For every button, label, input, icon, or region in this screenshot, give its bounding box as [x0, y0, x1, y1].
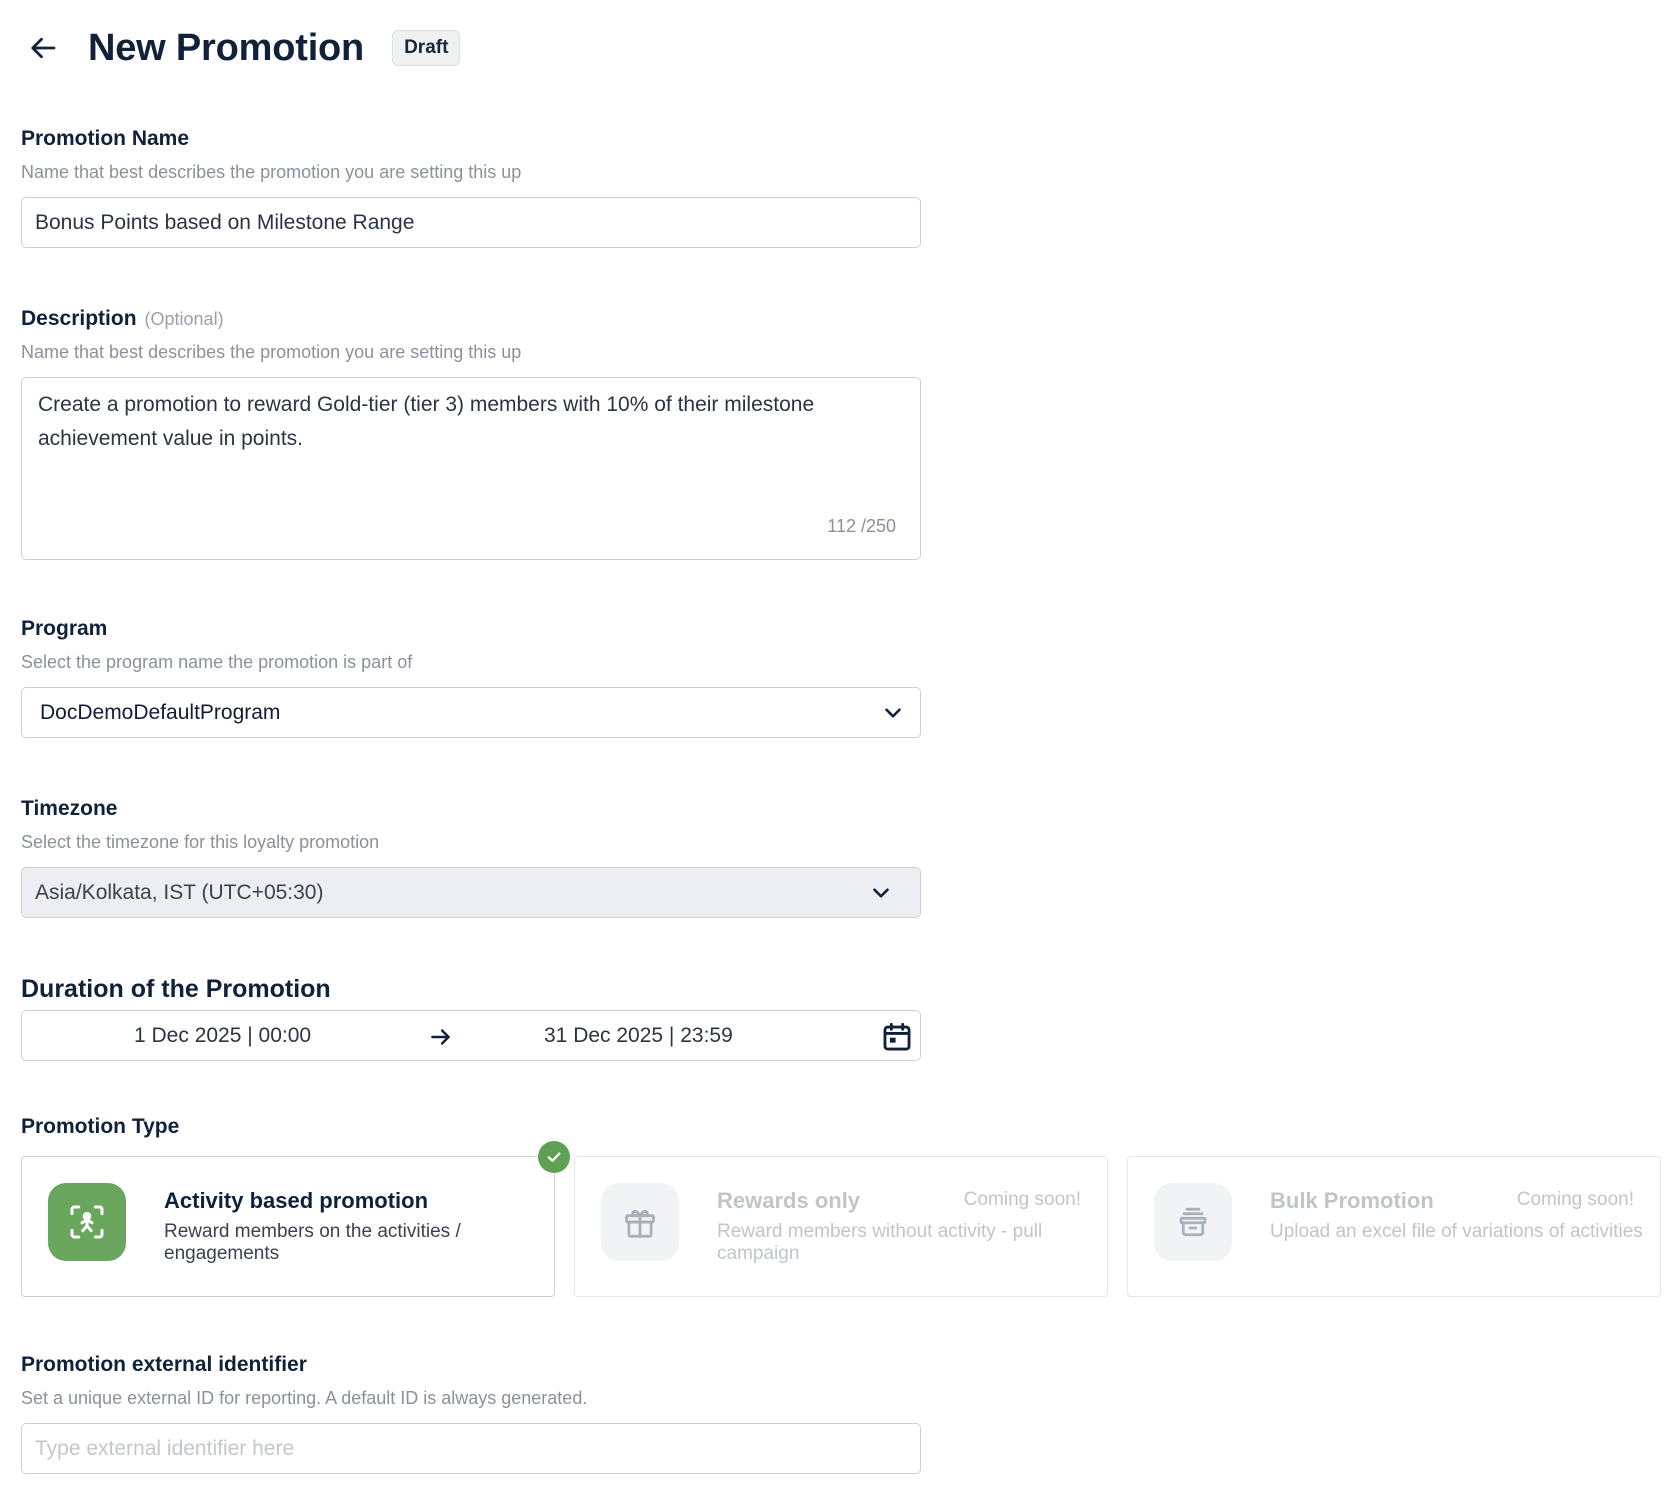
duration-label: Duration of the Promotion: [21, 975, 331, 1003]
promotion-name-help: Name that best describes the promotion y…: [21, 162, 522, 182]
program-selected-value: DocDemoDefaultProgram: [40, 700, 281, 724]
timezone-selected-value: Asia/Kolkata, IST (UTC+05:30): [35, 880, 324, 904]
external-id-help: Set a unique external ID for reporting. …: [21, 1388, 588, 1408]
bulk-tile: [1154, 1183, 1232, 1261]
arrow-right-icon: [431, 1029, 450, 1045]
page-title: New Promotion: [88, 26, 365, 69]
promotion-type-rewards-only: Rewards only Reward members without acti…: [574, 1156, 1108, 1297]
optional-tag: (Optional): [144, 309, 224, 329]
rewards-tile: [601, 1183, 679, 1261]
promotion-type-options: Activity based promotion Reward members …: [21, 1141, 1661, 1297]
timezone-select[interactable]: Asia/Kolkata, IST (UTC+05:30): [21, 867, 921, 918]
character-counter: 112 /250: [827, 516, 896, 536]
coming-soon-badge: Coming soon!: [1516, 1189, 1634, 1210]
promotion-name-field: Promotion Name Name that best describes …: [21, 126, 921, 248]
gift-icon: [625, 1209, 655, 1238]
type-title: Activity based promotion: [164, 1188, 429, 1213]
description-label-text: Description: [21, 307, 137, 330]
type-description: Upload an excel file of variations of ac…: [1270, 1221, 1643, 1242]
promotion-name-input[interactable]: Bonus Points based on Milestone Range: [21, 197, 921, 248]
program-select[interactable]: DocDemoDefaultProgram: [21, 687, 921, 738]
description-field: Description (Optional) Name that best des…: [21, 306, 921, 560]
chevron-down-icon: [885, 708, 901, 718]
type-description: Reward members without activity - pull c…: [717, 1221, 1043, 1264]
end-date[interactable]: 31 Dec 2025 | 23:59: [544, 1024, 733, 1048]
back-button[interactable]: [22, 26, 66, 70]
promotion-type-field: Promotion Type: [21, 1114, 921, 1140]
page-header: New Promotion Draft: [22, 20, 461, 76]
description-help: Name that best describes the promotion y…: [21, 342, 522, 362]
arrow-left-icon: [31, 37, 56, 59]
promotion-type-bulk: Bulk Promotion Upload an excel file of v…: [1127, 1156, 1661, 1297]
program-field: Program Select the program name the prom…: [21, 616, 921, 738]
timezone-label: Timezone: [21, 797, 118, 820]
description-text: Create a promotion to reward Gold-tier (…: [38, 393, 815, 450]
start-date[interactable]: 1 Dec 2025 | 00:00: [134, 1024, 311, 1048]
date-range-picker[interactable]: 1 Dec 2025 | 00:00 31 Dec 2025 | 23:59: [21, 1010, 921, 1061]
calendar-icon[interactable]: [880, 1020, 914, 1054]
coming-soon-badge: Coming soon!: [963, 1189, 1081, 1210]
status-badge: Draft: [392, 30, 461, 66]
type-description: Reward members on the activities / engag…: [164, 1221, 461, 1264]
promotion-type-activity[interactable]: Activity based promotion Reward members …: [21, 1141, 570, 1297]
promotion-type-label: Promotion Type: [21, 1115, 180, 1138]
external-id-label: Promotion external identifier: [21, 1353, 307, 1376]
timezone-help: Select the timezone for this loyalty pro…: [21, 832, 380, 852]
program-label: Program: [21, 617, 108, 640]
activity-tile: [48, 1183, 126, 1261]
external-id-field: Promotion external identifier Set a uniq…: [21, 1352, 921, 1474]
timezone-field: Timezone Select the timezone for this lo…: [21, 796, 921, 918]
archive-box-icon: [1179, 1207, 1207, 1237]
chevron-down-icon: [873, 888, 889, 898]
description-label: Description (Optional): [21, 306, 921, 332]
program-help: Select the program name the promotion is…: [21, 652, 413, 672]
promotion-name-label: Promotion Name: [21, 127, 190, 150]
selected-check-icon: [538, 1141, 570, 1173]
activity-scan-icon: [70, 1205, 104, 1239]
description-textarea[interactable]: Create a promotion to reward Gold-tier (…: [21, 377, 921, 560]
duration-field: Duration of the Promotion 1 Dec 2025 | 0…: [21, 974, 921, 1061]
external-id-input[interactable]: Type external identifier here: [21, 1423, 921, 1474]
